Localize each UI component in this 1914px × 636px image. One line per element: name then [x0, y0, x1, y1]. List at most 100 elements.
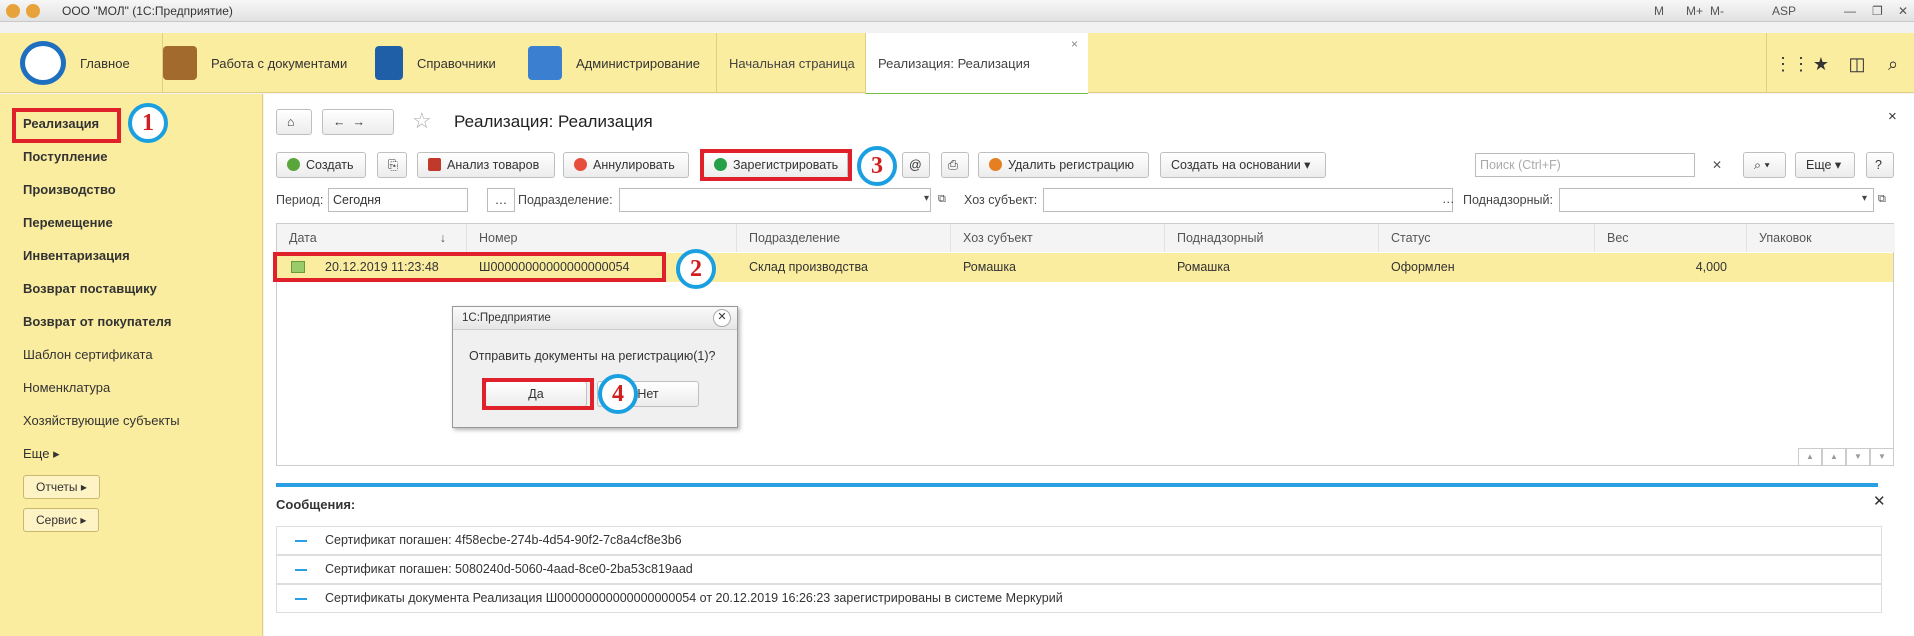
messages-divider — [276, 483, 1878, 487]
col-date[interactable]: Дата ↓ — [277, 224, 467, 252]
subject-field[interactable] — [1043, 188, 1453, 212]
col-division[interactable]: Подразделение — [737, 224, 951, 252]
memory-mplus-button[interactable]: M+ — [1686, 4, 1703, 18]
division-open-icon[interactable]: ⧉ — [938, 193, 946, 206]
cell-division: Склад производства — [749, 260, 868, 274]
tab-realization-label: Реализация: Реализация — [878, 55, 1030, 71]
period-select-button[interactable]: … — [487, 188, 515, 212]
message-item[interactable]: Сертификат погашен: 5080240d-5060-4aad-8… — [276, 555, 1882, 584]
restore-icon[interactable]: ❐ — [1872, 4, 1883, 18]
scroll-top-icon[interactable]: ▲ — [1798, 448, 1822, 466]
tab-close-icon[interactable]: × — [1071, 37, 1078, 51]
period-label: Период: — [276, 193, 324, 207]
reports-button[interactable]: Отчеты ▸ — [23, 475, 100, 499]
help-button[interactable]: ? — [1866, 152, 1894, 178]
nav-item-subjects[interactable]: Хозяйствующие субъекты — [23, 413, 180, 428]
shield-delete-icon — [989, 158, 1002, 171]
briefcase-icon — [163, 46, 197, 80]
supervised-field[interactable] — [1559, 188, 1874, 212]
supervised-open-icon[interactable]: ⧉ — [1878, 193, 1886, 206]
nav-item-inventory[interactable]: Инвентаризация — [23, 248, 130, 263]
favorites-star-icon[interactable]: ★ — [1810, 53, 1832, 75]
print-button[interactable]: ⎙ — [941, 152, 969, 178]
messages-title: Сообщения: — [276, 497, 356, 512]
create-based-on-button[interactable]: Создать на основании ▾ — [1160, 152, 1326, 178]
section-references[interactable]: Справочники — [375, 33, 496, 93]
copy-button[interactable]: ⎘ — [377, 152, 407, 178]
create-button[interactable]: Создать — [276, 152, 366, 178]
section-admin-label: Администрирование — [576, 55, 700, 71]
scroll-bottom-icon[interactable]: ▼ — [1870, 448, 1894, 466]
search-clear-icon[interactable]: ✕ — [1712, 158, 1722, 172]
section-bar: Главное Работа с документами Справочники… — [0, 33, 1914, 96]
scroll-up-icon[interactable]: ▲ — [1822, 448, 1846, 466]
tab-realization[interactable]: Реализация: Реализация × — [865, 33, 1088, 96]
minimize-icon[interactable]: — — [1844, 4, 1856, 18]
nav-item-movement[interactable]: Перемещение — [23, 215, 113, 230]
highlight-box-row — [273, 252, 666, 282]
search-input[interactable]: Поиск (Ctrl+F) — [1475, 153, 1695, 177]
cell-weight: 4,000 — [1695, 260, 1727, 274]
back-forward-buttons[interactable]: ← → — [322, 109, 394, 135]
supervised-dropdown-icon[interactable]: ▾ — [1862, 193, 1867, 204]
shield-cancel-icon — [574, 158, 587, 171]
annotation-1: 1 — [128, 103, 168, 143]
email-button[interactable]: @ — [902, 152, 930, 178]
delete-registration-button[interactable]: Удалить регистрацию — [978, 152, 1149, 178]
message-dash-icon — [295, 598, 307, 600]
section-documents[interactable]: Работа с документами — [162, 33, 347, 93]
nav-item-more[interactable]: Еще ▸ — [23, 446, 60, 462]
message-item[interactable]: Сертификаты документа Реализация Ш000000… — [276, 584, 1882, 613]
highlight-box-register — [700, 149, 852, 181]
tab-start-page[interactable]: Начальная страница — [716, 33, 867, 93]
nav-item-production[interactable]: Производство — [23, 182, 116, 197]
nav-item-nomenclature[interactable]: Номенклатура — [23, 380, 110, 395]
section-admin[interactable]: Администрирование — [528, 33, 700, 93]
dialog-message: Отправить документы на регистрацию(1)? — [469, 349, 716, 363]
annotation-3: 3 — [857, 146, 897, 186]
memory-m-button[interactable]: M — [1654, 4, 1664, 18]
search-icon[interactable]: ⌕ — [1882, 53, 1904, 75]
more-button[interactable]: Еще ▾ — [1795, 152, 1855, 178]
scroll-down-icon[interactable]: ▼ — [1846, 448, 1870, 466]
messages-close-icon[interactable]: ✕ — [1873, 492, 1886, 510]
division-dropdown-icon[interactable]: ▾ — [924, 193, 929, 204]
nav-item-customer-return[interactable]: Возврат от покупателя — [23, 314, 171, 329]
analysis-button[interactable]: Анализ товаров — [417, 152, 555, 178]
logo-icon — [20, 41, 66, 85]
close-window-icon[interactable]: ✕ — [1898, 4, 1908, 18]
message-item[interactable]: Сертификат погашен: 4f58ecbe-274b-4d54-9… — [276, 526, 1882, 555]
home-button[interactable]: ⌂ — [276, 109, 312, 135]
history-icon[interactable]: ◫ — [1846, 53, 1868, 75]
grid-menu-icon[interactable]: ⋮⋮ — [1774, 53, 1810, 75]
favorite-star-icon[interactable]: ☆ — [412, 108, 432, 134]
cancel-doc-button[interactable]: Аннулировать — [563, 152, 689, 178]
section-main[interactable]: Главное — [20, 33, 130, 93]
search-button[interactable]: ⌕ ▾ — [1743, 152, 1786, 178]
dialog-close-icon[interactable]: ✕ — [713, 309, 731, 327]
form-close-icon[interactable]: × — [1888, 108, 1897, 125]
menu-icon[interactable] — [26, 4, 40, 18]
plus-icon — [287, 158, 300, 171]
service-button[interactable]: Сервис ▸ — [23, 508, 100, 532]
col-subject[interactable]: Хоз субъект — [951, 224, 1165, 252]
col-status[interactable]: Статус — [1379, 224, 1595, 252]
subject-select-icon[interactable]: … — [1442, 192, 1455, 206]
col-packages[interactable]: Упаковок — [1747, 224, 1895, 252]
division-field[interactable] — [619, 188, 931, 212]
nav-item-cert-template[interactable]: Шаблон сертификата — [23, 347, 153, 362]
col-weight[interactable]: Вес — [1595, 224, 1747, 252]
analysis-icon — [428, 158, 441, 171]
supervised-label: Поднадзорный: — [1463, 193, 1553, 207]
period-field[interactable]: Сегодня — [328, 188, 468, 212]
nav-item-supplier-return[interactable]: Возврат поставщику — [23, 281, 157, 296]
section-references-label: Справочники — [417, 55, 496, 71]
nav-item-receipt[interactable]: Поступление — [23, 149, 108, 164]
memory-mminus-button[interactable]: M- — [1710, 4, 1724, 18]
app-icon — [6, 4, 20, 18]
annotation-4: 4 — [598, 374, 638, 414]
col-number[interactable]: Номер — [467, 224, 737, 252]
tab-start-page-label: Начальная страница — [729, 55, 855, 71]
col-supervised[interactable]: Поднадзорный — [1165, 224, 1379, 252]
section-main-label: Главное — [80, 55, 130, 71]
